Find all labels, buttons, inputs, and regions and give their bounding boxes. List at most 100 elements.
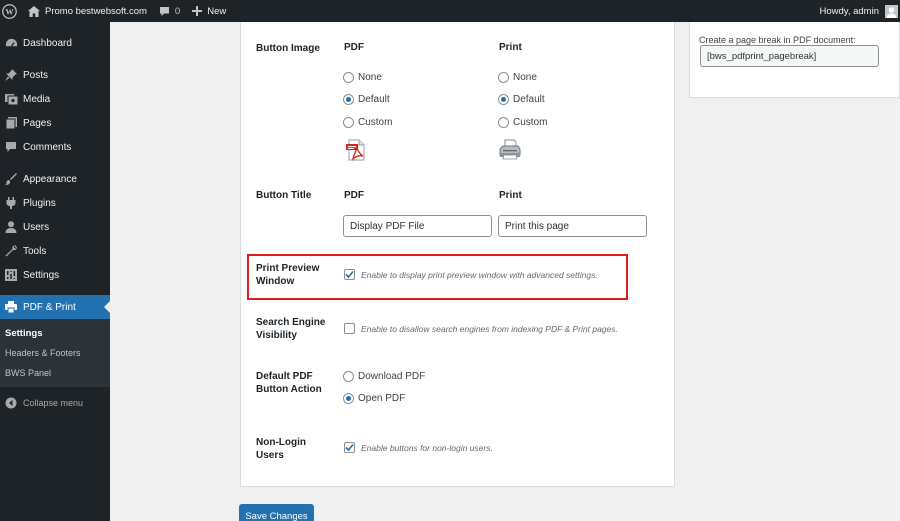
wrench-icon [4,244,18,258]
search-engine-description: Enable to disallow search engines from i… [361,323,618,334]
sidebar-item-label: Settings [23,269,60,281]
label-line: Search Engine [256,317,326,328]
my-account-link[interactable]: Howdy, admin [814,0,900,22]
sidebar-item-label: Posts [23,69,49,81]
radio-circle [498,72,509,83]
download-pdf-radio[interactable]: Download PDF [343,371,425,382]
submenu-item-headers-footers[interactable]: Headers & Footers [0,343,110,363]
collapse-label: Collapse menu [23,398,84,408]
plugin-icon [4,196,18,210]
pdf-image-custom-radio[interactable]: Custom [343,117,392,128]
default-pdf-action-label: Default PDF Button Action [256,370,322,396]
sidebar-item-media[interactable]: Media [0,87,110,111]
submenu-item-bws-panel[interactable]: BWS Panel [0,363,110,383]
comments-count: 0 [174,5,181,17]
sidebar-item-posts[interactable]: Posts [0,63,110,87]
page-icon [4,116,18,130]
search-engine-label: Search Engine Visibility [256,316,325,342]
sidebar-item-tools[interactable]: Tools [0,239,110,263]
plus-icon [192,6,203,16]
brush-icon [4,172,18,186]
radio-circle [343,72,354,83]
admin-sidebar: Dashboard Posts Media Pages Comments App… [0,22,110,521]
dashboard-icon [4,36,18,50]
collapse-menu-button[interactable]: Collapse menu [0,391,110,415]
radio-circle [498,117,509,128]
label-line: Default PDF [256,371,313,382]
sidebar-item-settings[interactable]: Settings [0,263,110,287]
radio-circle-selected [498,94,509,105]
label-line: Users [256,450,284,461]
sidebar-item-dashboard[interactable]: Dashboard [0,31,110,55]
print-image-default-radio[interactable]: Default [498,94,545,105]
checkmark-icon [345,443,354,452]
radio-label: Default [513,94,545,105]
non-login-label: Non-Login Users [256,436,306,462]
settings-icon [4,268,18,282]
media-icon [4,92,18,106]
radio-label: Custom [513,117,548,128]
open-pdf-radio[interactable]: Open PDF [343,393,405,404]
non-login-option: Enable buttons for non-login users. [344,442,493,453]
pdf-title-column-head: PDF [344,190,364,201]
non-login-description: Enable buttons for non-login users. [361,442,493,453]
print-column-head: Print [499,42,522,53]
howdy-text: Howdy, admin [819,5,880,17]
sidebar-item-label: Users [23,221,50,233]
pdf-print-submenu: Settings Headers & Footers BWS Panel [0,319,110,387]
radio-label: Custom [358,117,393,128]
sidebar-item-label: Tools [23,245,47,257]
admin-bar: W Promo bestwebsoft.com 0 New Howdy, adm… [0,0,900,22]
collapse-arrow-icon [4,396,18,410]
sidebar-item-label: Plugins [23,197,56,209]
radio-circle-selected [343,94,354,105]
pdf-image-default-radio[interactable]: Default [343,94,390,105]
print-image-custom-radio[interactable]: Custom [498,117,547,128]
radio-label: Default [358,94,390,105]
radio-circle [343,117,354,128]
svg-text:W: W [5,7,14,16]
pdf-column-head: PDF [344,42,364,53]
sidebar-item-label: PDF & Print [23,301,76,313]
radio-label: None [513,72,537,83]
avatar [885,4,898,18]
sidebar-item-comments[interactable]: Comments [0,135,110,159]
page-break-metabox: Create a page break in PDF document: [bw… [689,22,900,98]
site-name-link[interactable]: Promo bestwebsoft.com [22,0,153,22]
label-line: Non-Login [256,437,306,448]
non-login-checkbox[interactable] [344,442,355,453]
page-break-shortcode-input[interactable]: [bws_pdfprint_pagebreak] [700,45,879,67]
sidebar-item-appearance[interactable]: Appearance [0,167,110,191]
button-title-label: Button Title [256,190,312,201]
print-button-title-input[interactable]: Print this page [498,215,647,237]
new-content-link[interactable]: New [186,0,232,22]
pdf-print-icon [4,300,18,314]
radio-circle-selected [343,393,354,404]
sidebar-item-users[interactable]: Users [0,215,110,239]
label-line: Visibility [256,330,297,341]
submenu-item-settings[interactable]: Settings [0,323,110,343]
pin-icon [4,68,18,82]
wordpress-logo-icon[interactable]: W [0,0,22,22]
search-engine-option: Enable to disallow search engines from i… [344,323,618,334]
sidebar-item-pdf-print[interactable]: PDF & Print [0,295,110,319]
pdf-button-title-input[interactable]: Display PDF File [343,215,492,237]
print-image-none-radio[interactable]: None [498,72,537,83]
save-changes-button[interactable]: Save Changes [239,504,314,521]
label-line: Button Action [256,384,322,395]
radio-label: Download PDF [358,371,426,382]
sidebar-item-pages[interactable]: Pages [0,111,110,135]
comments-link[interactable]: 0 [153,0,186,22]
sidebar-item-plugins[interactable]: Plugins [0,191,110,215]
sidebar-item-label: Appearance [23,173,77,185]
pdf-image-none-radio[interactable]: None [343,72,382,83]
sidebar-item-label: Pages [23,117,52,129]
search-engine-checkbox[interactable] [344,323,355,334]
site-name: Promo bestwebsoft.com [45,5,147,17]
printer-icon [499,138,521,163]
home-icon [28,5,40,17]
sidebar-item-label: Comments [23,141,72,153]
sidebar-item-label: Dashboard [23,37,72,49]
radio-label: Open PDF [358,393,406,404]
user-icon [4,220,18,234]
